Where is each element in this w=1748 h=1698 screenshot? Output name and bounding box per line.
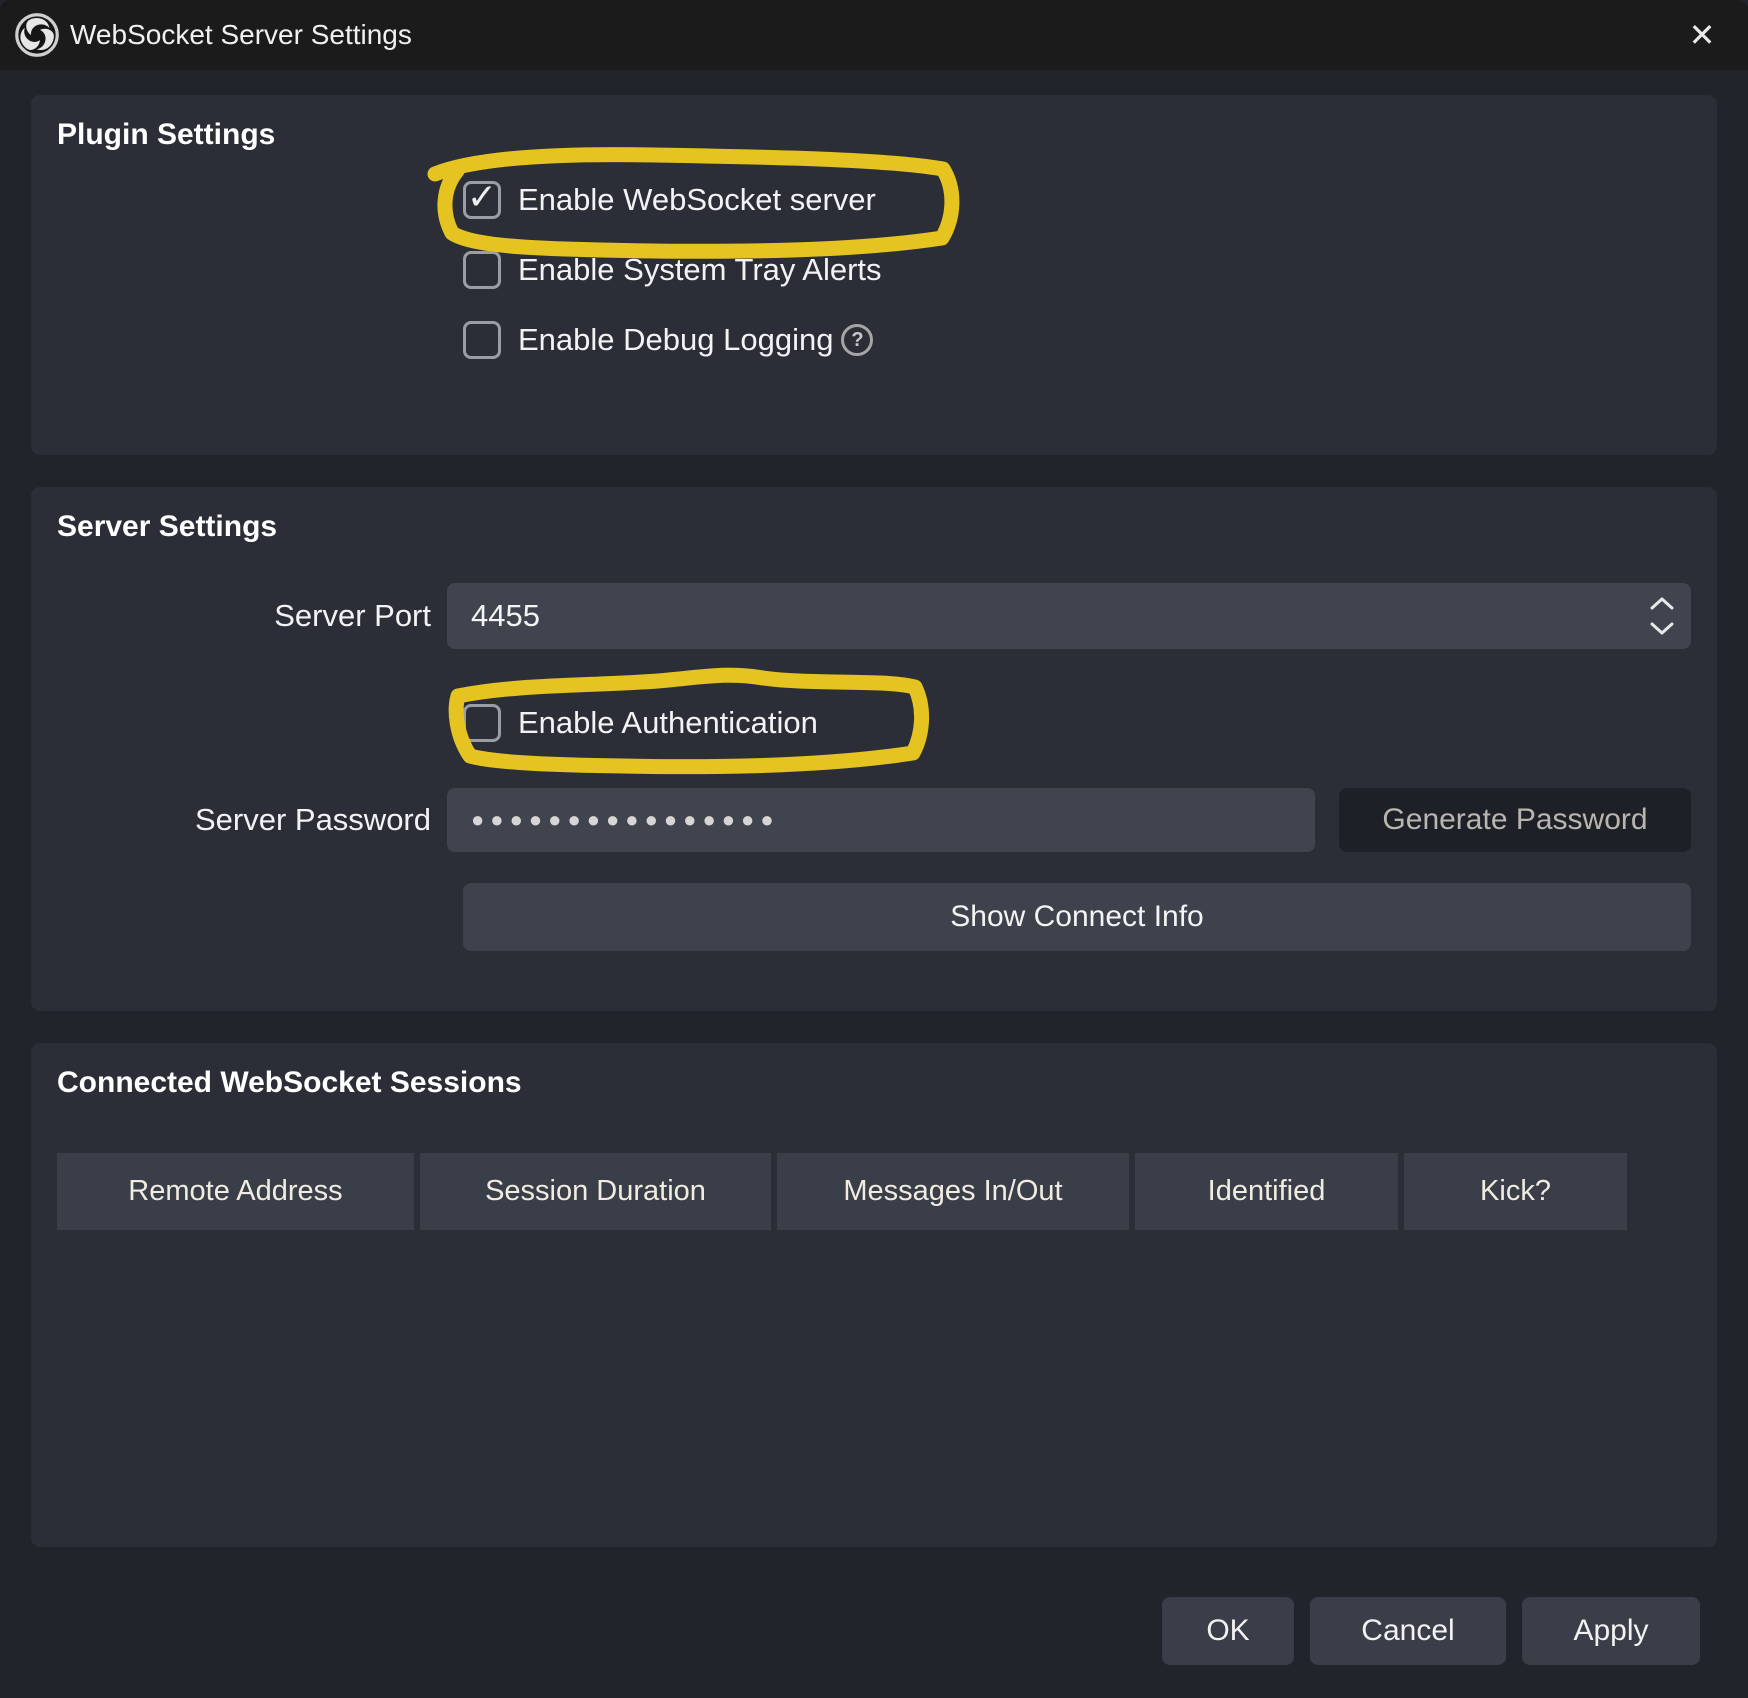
websocket-server-settings-dialog: { "window": { "title": "WebSocket Server… [0, 0, 1748, 1698]
enable-authentication-label: Enable Authentication [518, 705, 818, 741]
server-password-input[interactable] [447, 788, 1315, 852]
spin-buttons [1649, 596, 1691, 636]
enable-system-tray-alerts-row[interactable]: Enable System Tray Alerts [463, 247, 1691, 293]
show-connect-info-button[interactable]: Show Connect Info [463, 883, 1691, 951]
enable-websocket-server-checkbox[interactable]: ✓ [463, 181, 501, 219]
cancel-button[interactable]: Cancel [1310, 1597, 1506, 1665]
server-port-row: Server Port [57, 583, 1691, 649]
obs-logo-icon [14, 12, 60, 58]
enable-authentication-row[interactable]: Enable Authentication [463, 700, 1691, 745]
help-icon[interactable]: ? [841, 324, 873, 356]
server-password-row: Server Password Generate Password [57, 788, 1691, 852]
window-title: WebSocket Server Settings [70, 19, 412, 51]
enable-system-tray-alerts-label: Enable System Tray Alerts [518, 252, 882, 288]
enable-authentication-checkbox[interactable] [463, 704, 501, 742]
column-header-remote-address[interactable]: Remote Address [57, 1153, 414, 1230]
server-settings-title: Server Settings [57, 509, 1691, 545]
close-icon[interactable]: ✕ [1682, 15, 1722, 55]
apply-button[interactable]: Apply [1522, 1597, 1700, 1665]
checkmark-icon: ✓ [467, 179, 497, 215]
server-settings-group: Server Settings Server Port Enable Authe… [31, 487, 1717, 1011]
plugin-settings-group: Plugin Settings ✓ Enable WebSocket serve… [31, 95, 1717, 455]
server-password-label: Server Password [57, 802, 447, 838]
enable-websocket-server-label: Enable WebSocket server [518, 182, 876, 218]
dialog-content: Plugin Settings ✓ Enable WebSocket serve… [0, 70, 1748, 1547]
sessions-title: Connected WebSocket Sessions [57, 1065, 1691, 1101]
enable-system-tray-alerts-checkbox[interactable] [463, 251, 501, 289]
chevron-up-icon[interactable] [1649, 596, 1675, 611]
server-port-input[interactable] [447, 597, 1649, 635]
enable-debug-logging-checkbox[interactable] [463, 321, 501, 359]
plugin-settings-title: Plugin Settings [57, 117, 1691, 153]
enable-debug-logging-label: Enable Debug Logging [518, 322, 833, 358]
dialog-buttons: OK Cancel Apply [1162, 1597, 1700, 1665]
enable-debug-logging-row[interactable]: Enable Debug Logging ? [463, 317, 1691, 363]
sessions-table-header: Remote Address Session Duration Messages… [57, 1153, 1691, 1230]
ok-button[interactable]: OK [1162, 1597, 1294, 1665]
server-port-label: Server Port [57, 598, 447, 634]
chevron-down-icon[interactable] [1649, 621, 1675, 636]
column-header-messages-in-out[interactable]: Messages In/Out [777, 1153, 1129, 1230]
column-header-identified[interactable]: Identified [1135, 1153, 1398, 1230]
enable-websocket-server-row[interactable]: ✓ Enable WebSocket server [463, 177, 1691, 223]
sessions-group: Connected WebSocket Sessions Remote Addr… [31, 1043, 1717, 1547]
column-header-kick[interactable]: Kick? [1404, 1153, 1627, 1230]
server-port-spinbox[interactable] [447, 583, 1691, 649]
plugin-settings-checkboxes: ✓ Enable WebSocket server Enable System … [463, 177, 1691, 363]
column-header-session-duration[interactable]: Session Duration [420, 1153, 771, 1230]
sessions-table-body-empty [57, 1230, 1691, 1540]
show-connect-info-row: Show Connect Info [57, 883, 1691, 951]
titlebar: WebSocket Server Settings ✕ [0, 0, 1748, 70]
generate-password-button[interactable]: Generate Password [1339, 788, 1691, 852]
